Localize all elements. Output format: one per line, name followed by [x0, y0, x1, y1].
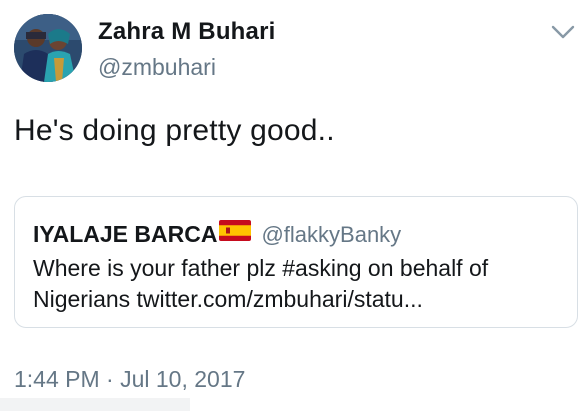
tweet-timestamp[interactable]: 1:44 PM · Jul 10, 2017 [14, 366, 245, 393]
spain-flag-icon [219, 220, 252, 241]
tweet-text: He's doing pretty good.. [14, 114, 335, 147]
author-display-name[interactable]: Zahra M Buhari [98, 18, 276, 46]
chevron-down-icon[interactable] [550, 22, 576, 42]
quoted-tweet-line-1: Where is your father plz #asking on beha… [33, 255, 489, 281]
quoted-tweet-header: IYALAJE BARCA @flakkyBanky [33, 220, 402, 248]
quoted-tweet-card[interactable]: IYALAJE BARCA @flakkyBanky Where is your… [14, 196, 578, 328]
author-handle[interactable]: @zmbuhari [98, 54, 216, 81]
quoted-author-name: IYALAJE BARCA [33, 221, 218, 247]
quoted-tweet-text: Where is your father plz #asking on beha… [33, 253, 563, 315]
quoted-tweet-line-2: Nigerians twitter.com/zmbuhari/statu... [33, 286, 423, 312]
bottom-strip [0, 398, 190, 411]
profile-photo [14, 14, 82, 82]
quoted-author-handle: @flakkyBanky [261, 221, 402, 247]
avatar[interactable] [14, 14, 82, 82]
